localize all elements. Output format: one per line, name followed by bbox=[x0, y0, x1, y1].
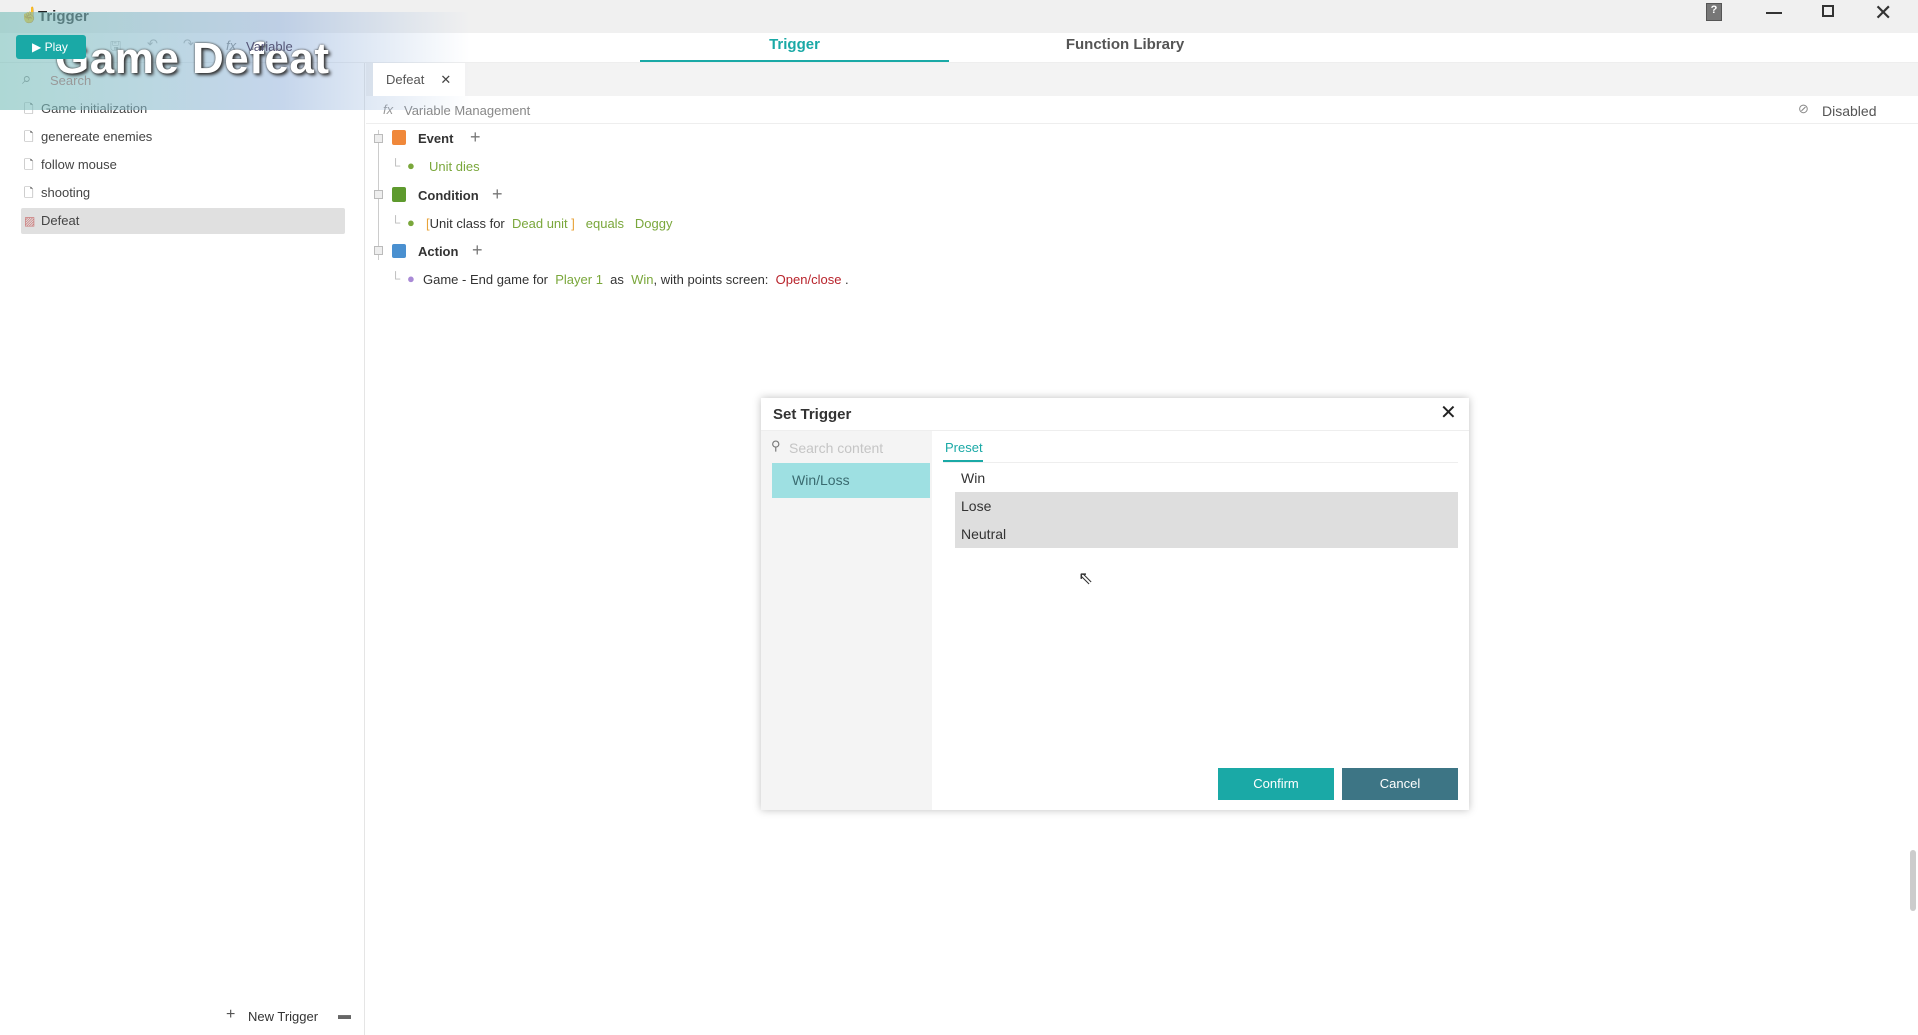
option-win[interactable]: Win bbox=[961, 470, 985, 486]
scrollbar[interactable] bbox=[1910, 850, 1916, 911]
variable-management-link[interactable]: Variable Management bbox=[404, 103, 530, 118]
mouse-cursor-icon: ⇖ bbox=[1078, 568, 1094, 588]
text: . bbox=[845, 272, 849, 287]
file-icon: 🗋 bbox=[24, 158, 34, 172]
sidebar-item-label: follow mouse bbox=[41, 157, 117, 172]
search-input[interactable]: Search bbox=[50, 73, 91, 88]
param[interactable]: Dead unit bbox=[512, 216, 568, 231]
title-bar bbox=[0, 0, 1918, 33]
close-dialog-icon[interactable]: ✕ bbox=[1440, 400, 1457, 425]
collapse-toggle[interactable] bbox=[374, 134, 383, 143]
variable-management-row: fx Variable Management ⊘ Disabled bbox=[366, 96, 1918, 124]
folder-icon[interactable]: ▬ bbox=[338, 1007, 351, 1022]
tree-branch: └ bbox=[391, 271, 401, 286]
text: , with points screen: bbox=[653, 272, 769, 287]
sidebar-item-label: genereate enemies bbox=[41, 129, 153, 144]
tab-preset[interactable]: Preset bbox=[945, 440, 983, 455]
file-icon: 🗋 bbox=[24, 102, 34, 116]
tree-branch: └ bbox=[391, 158, 401, 173]
text: as bbox=[610, 272, 624, 287]
bracket: ] bbox=[571, 216, 575, 231]
action-item[interactable]: Game - End game for Player 1 as Win, wit… bbox=[423, 272, 849, 287]
param[interactable]: Win bbox=[631, 272, 653, 287]
action-icon bbox=[392, 244, 406, 258]
sidebar-item-label: Game initialization bbox=[41, 101, 148, 116]
confirm-button[interactable]: Confirm bbox=[1218, 768, 1334, 800]
dialog-title: Set Trigger bbox=[773, 406, 852, 423]
minimize-icon[interactable] bbox=[1766, 12, 1782, 14]
editor-tab-label: Defeat bbox=[386, 72, 425, 87]
sidebar-item[interactable]: 🗋 Game initialization bbox=[21, 96, 345, 122]
unit-icon: ● bbox=[407, 158, 415, 173]
collapse-toggle[interactable] bbox=[374, 246, 383, 255]
add-condition-button[interactable]: + bbox=[492, 184, 503, 205]
sidebar-item-selected[interactable]: ▨ Defeat bbox=[21, 208, 345, 234]
tab-trigger[interactable]: Trigger bbox=[640, 36, 949, 53]
condition-icon bbox=[392, 187, 406, 202]
sidebar-item[interactable]: 🗋 follow mouse bbox=[21, 152, 345, 178]
set-trigger-dialog: Set Trigger ✕ ⚲ Search content Win/Loss … bbox=[761, 398, 1469, 810]
divider bbox=[943, 462, 1458, 463]
new-trigger-button[interactable]: New Trigger bbox=[248, 1009, 318, 1024]
disabled-file-icon: ▨ bbox=[24, 214, 36, 228]
tree-branch: └ bbox=[391, 215, 401, 230]
param[interactable]: equals bbox=[586, 216, 624, 231]
sidebar-item[interactable]: 🗋 genereate enemies bbox=[21, 124, 345, 150]
redo-icon[interactable]: ↷ bbox=[183, 36, 194, 52]
option-lose[interactable]: Lose bbox=[961, 498, 991, 514]
editor-tab-defeat[interactable]: Defeat ✕ bbox=[373, 63, 465, 96]
collapse-toggle[interactable] bbox=[374, 190, 383, 199]
function-icon: fx bbox=[226, 38, 237, 53]
category-win-loss[interactable]: Win/Loss bbox=[772, 463, 930, 498]
file-icon: 🗋 bbox=[24, 130, 34, 144]
text: Game - End game for bbox=[423, 272, 548, 287]
variable-button[interactable]: Variable bbox=[246, 39, 293, 54]
plus-icon: + bbox=[226, 1006, 236, 1023]
player-icon: ● bbox=[407, 271, 415, 286]
play-label: Play bbox=[44, 40, 68, 54]
play-button[interactable]: ▶ Play bbox=[16, 35, 86, 59]
event-item[interactable]: Unit dies bbox=[429, 159, 480, 174]
trigger-hand-icon: ☝ bbox=[20, 7, 39, 24]
sidebar-item[interactable]: 🗋 shooting bbox=[21, 180, 345, 206]
cancel-button[interactable]: Cancel bbox=[1342, 768, 1458, 800]
param[interactable]: Doggy bbox=[635, 216, 673, 231]
sidebar-item-label: Defeat bbox=[41, 213, 80, 228]
option-neutral[interactable]: Neutral bbox=[961, 526, 1006, 542]
sidebar-item-label: shooting bbox=[41, 185, 91, 200]
action-label: Action bbox=[418, 244, 459, 259]
param[interactable]: Player 1 bbox=[555, 272, 603, 287]
tab-function-library[interactable]: Function Library bbox=[980, 36, 1270, 53]
function-icon: fx bbox=[383, 102, 394, 117]
close-window-icon[interactable]: ✕ bbox=[1874, 0, 1892, 26]
editor-tabs: Defeat ✕ bbox=[366, 63, 1918, 96]
undo-icon[interactable]: ↶ bbox=[147, 36, 158, 52]
unit-icon: ● bbox=[407, 215, 415, 230]
play-icon: ▶ bbox=[32, 40, 45, 54]
condition-item[interactable]: [Unit class for Dead unit ] equals Doggy bbox=[426, 216, 672, 231]
text: Unit class for bbox=[429, 216, 505, 231]
param[interactable]: Open/close bbox=[776, 272, 842, 287]
save-icon[interactable]: 🖫 bbox=[110, 37, 121, 59]
window-title: Trigger bbox=[38, 8, 89, 25]
category-panel: ⚲ Search content Win/Loss bbox=[761, 431, 932, 810]
sidebar: ⌕ Search 🗋 Game initialization 🗋 genereate… bbox=[0, 63, 365, 1035]
tab-underline bbox=[640, 60, 949, 62]
restore-icon[interactable] bbox=[1822, 5, 1834, 17]
close-tab-icon[interactable]: ✕ bbox=[440, 72, 451, 87]
add-event-button[interactable]: + bbox=[470, 127, 481, 148]
disabled-toggle[interactable]: Disabled bbox=[1822, 103, 1876, 119]
condition-label: Condition bbox=[418, 188, 479, 203]
search-icon: ⌕ bbox=[22, 69, 32, 88]
add-action-button[interactable]: + bbox=[472, 240, 483, 261]
hover-highlight bbox=[955, 492, 1458, 548]
disabled-icon: ⊘ bbox=[1798, 101, 1809, 116]
search-icon: ⚲ bbox=[771, 438, 781, 453]
search-content-input[interactable]: Search content bbox=[789, 440, 883, 456]
event-label: Event bbox=[418, 131, 454, 146]
file-icon: 🗋 bbox=[24, 186, 34, 200]
event-icon bbox=[392, 130, 406, 145]
help-icon[interactable]: ? bbox=[1706, 3, 1722, 21]
